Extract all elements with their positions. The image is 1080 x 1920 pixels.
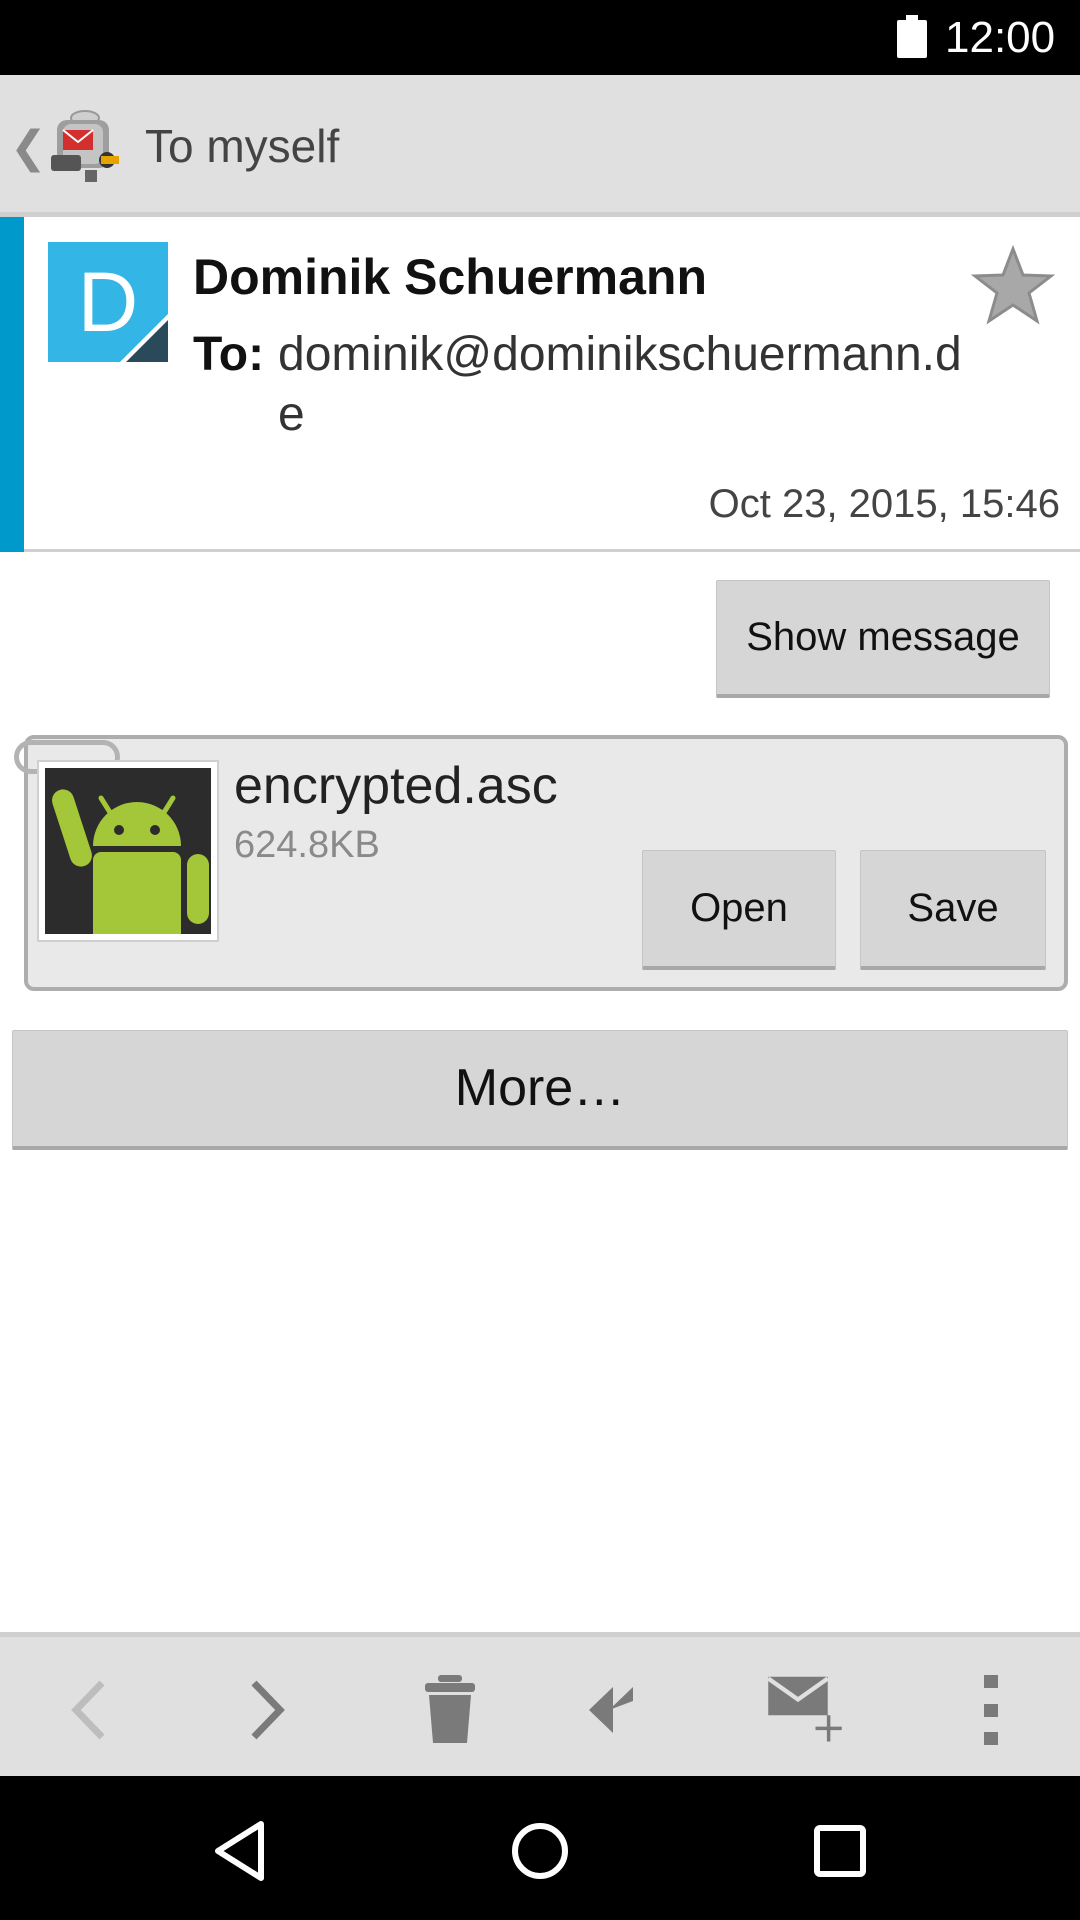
attachment-size: 624.8KB: [234, 824, 380, 866]
overflow-menu-icon[interactable]: [946, 1675, 1036, 1745]
back-icon[interactable]: [206, 1816, 276, 1886]
home-icon[interactable]: [505, 1816, 575, 1886]
recents-icon[interactable]: [805, 1816, 875, 1886]
star-icon[interactable]: [970, 245, 1056, 325]
compose-icon[interactable]: [760, 1675, 850, 1745]
account-color-strip: [0, 217, 24, 552]
attachment-thumbnail: [37, 760, 219, 942]
save-attachment-button[interactable]: Save: [860, 850, 1046, 970]
battery-icon: [897, 15, 927, 58]
reply-all-icon[interactable]: [585, 1675, 675, 1745]
next-icon[interactable]: [224, 1675, 314, 1745]
up-navigation-icon[interactable]: ❮: [10, 123, 47, 173]
status-bar: 12:00: [0, 0, 1080, 75]
action-bar: ❮ To myself: [0, 75, 1080, 217]
avatar[interactable]: D: [48, 242, 168, 362]
sender-name: Dominik Schuermann: [193, 249, 707, 305]
message-header: D Dominik Schuermann To: dominik@dominik…: [0, 217, 1080, 552]
message-date: Oct 23, 2015, 15:46: [708, 482, 1060, 526]
more-button[interactable]: More…: [12, 1030, 1068, 1150]
previous-icon[interactable]: [46, 1675, 136, 1745]
delete-icon[interactable]: [405, 1675, 495, 1745]
avatar-corner-icon: [120, 314, 168, 362]
to-label: To:: [193, 328, 265, 381]
bottom-toolbar: [0, 1632, 1080, 1776]
status-time: 12:00: [945, 13, 1056, 62]
open-attachment-button[interactable]: Open: [642, 850, 836, 970]
recipient-address: dominik@dominikschuermann.de: [278, 328, 962, 441]
conversation-title: To myself: [145, 120, 340, 172]
attachment-name: encrypted.asc: [234, 757, 558, 815]
android-robot-icon: [52, 789, 209, 934]
system-navigation-bar: [0, 1776, 1080, 1920]
show-message-button[interactable]: Show message: [716, 580, 1050, 698]
app-logo-icon[interactable]: [45, 100, 125, 185]
